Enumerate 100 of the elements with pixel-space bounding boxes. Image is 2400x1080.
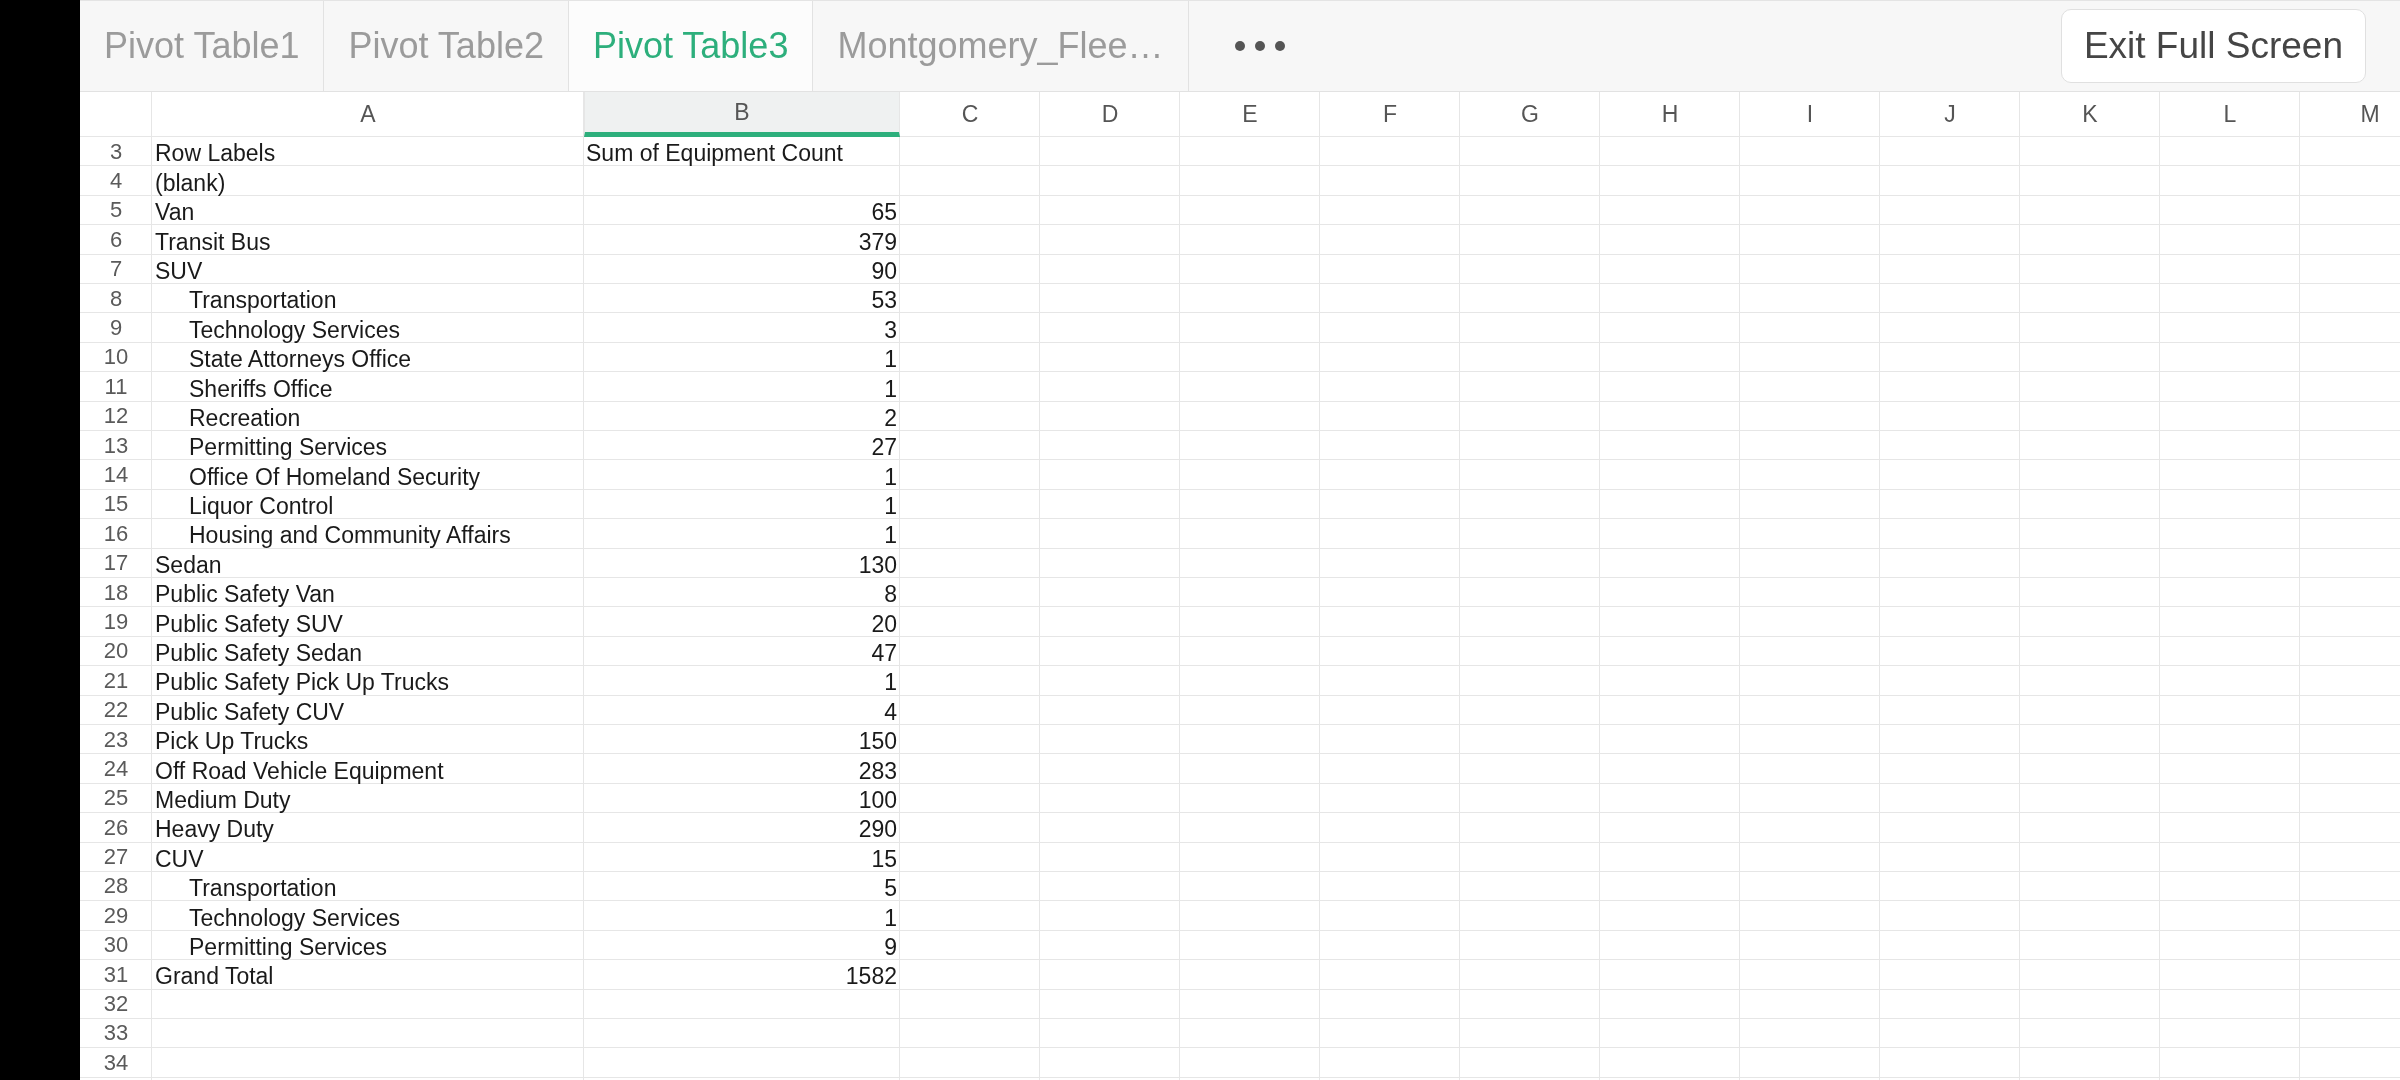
row-number: 22: [103, 697, 129, 724]
row-number: 19: [103, 608, 129, 635]
row-number: 15: [103, 491, 129, 518]
column-header[interactable]: G: [1460, 92, 1600, 137]
row-number: 21: [103, 667, 129, 694]
row-number: 20: [103, 638, 129, 665]
row-number: 3: [109, 138, 123, 165]
count-value: 1: [884, 346, 897, 373]
row-number: 33: [103, 1020, 129, 1047]
row-label: SUV: [155, 257, 203, 284]
row-number: 5: [109, 197, 123, 224]
count-value: 1: [884, 463, 897, 490]
row-number: 8: [109, 285, 123, 312]
row-label: Public Safety Pick Up Trucks: [155, 669, 449, 696]
count-value: 100: [858, 787, 897, 813]
column-title: Sum of Equipment Count: [586, 140, 843, 167]
column-header[interactable]: M: [2300, 92, 2400, 137]
column-header[interactable]: E: [1180, 92, 1320, 137]
count-value: 1: [884, 493, 897, 520]
row-label: Transportation: [189, 287, 337, 314]
row-label: Public Safety Sedan: [155, 640, 363, 667]
column-header[interactable]: J: [1880, 92, 2020, 137]
count-value: 3: [884, 316, 897, 343]
row-number: 10: [103, 344, 129, 371]
row-label: Transportation: [189, 875, 337, 902]
row-label: Heavy Duty: [155, 816, 274, 843]
column-header[interactable]: D: [1040, 92, 1180, 137]
row-number: 24: [103, 755, 129, 782]
column-header[interactable]: C: [900, 92, 1040, 137]
row-label: Pick Up Trucks: [155, 728, 309, 755]
more-icon[interactable]: [1234, 41, 1285, 51]
row-number: 30: [103, 932, 129, 959]
count-value: 65: [871, 199, 897, 226]
row-label: Row Labels: [155, 140, 276, 167]
column-header[interactable]: H: [1600, 92, 1740, 137]
row-label: Public Safety Van: [155, 581, 335, 608]
row-label: Van: [155, 199, 195, 226]
row-number: 6: [109, 226, 123, 253]
row-label: Permitting Services: [189, 933, 388, 960]
column-header[interactable]: F: [1320, 92, 1460, 137]
column-header[interactable]: B: [584, 92, 900, 137]
row-number: 32: [103, 991, 129, 1017]
row-number: 9: [109, 315, 123, 342]
row-number: 12: [103, 403, 129, 430]
count-value: 90: [871, 257, 897, 284]
row-label: Grand Total: [155, 963, 274, 990]
count-value: 20: [871, 610, 897, 637]
count-value: 47: [871, 640, 897, 667]
row-label: Technology Services: [189, 316, 400, 343]
row-label: CUV: [155, 845, 204, 872]
row-number: 23: [103, 726, 129, 753]
count-value: 27: [871, 434, 897, 461]
column-header[interactable]: A: [152, 92, 584, 137]
row-label: State Attorneys Office: [189, 346, 412, 373]
row-number: 28: [103, 873, 129, 900]
count-value: 290: [858, 816, 897, 843]
count-value: 283: [858, 757, 897, 784]
count-value: 1: [884, 375, 897, 402]
row-label: Public Safety CUV: [155, 698, 345, 725]
column-header[interactable]: L: [2160, 92, 2300, 137]
count-value: 1582: [845, 963, 897, 990]
row-number: 7: [109, 256, 123, 283]
row-label: Recreation: [189, 404, 301, 431]
count-value: 379: [858, 228, 897, 255]
row-number: 26: [103, 814, 129, 841]
row-label: Off Road Vehicle Equipment: [155, 757, 444, 784]
row-number: 34: [103, 1049, 129, 1076]
row-number: 11: [104, 373, 128, 400]
row-number: 14: [103, 462, 129, 488]
row-number: 4: [109, 168, 123, 195]
count-value: 53: [871, 287, 897, 314]
row-label: Transit Bus: [155, 228, 271, 255]
count-value: 15: [871, 845, 897, 872]
count-value: 2: [884, 404, 897, 431]
row-number: 25: [103, 785, 129, 812]
row-label: Housing and Community Affairs: [189, 522, 511, 549]
count-value: 5: [884, 875, 897, 902]
count-value: 4: [884, 698, 897, 725]
row-label: (blank): [155, 169, 226, 196]
exit-full-screen-button[interactable]: Exit Full Screen: [2060, 9, 2366, 83]
row-label: Technology Services: [189, 904, 400, 931]
row-label: Liquor Control: [189, 493, 334, 520]
row-label: Medium Duty: [155, 787, 291, 813]
column-header[interactable]: I: [1740, 92, 1880, 137]
row-number: 16: [103, 520, 129, 547]
row-label: Office Of Homeland Security: [189, 463, 481, 490]
column-header[interactable]: K: [2020, 92, 2160, 137]
count-value: 1: [884, 669, 897, 696]
count-value: 9: [884, 933, 897, 960]
row-label: Permitting Services: [189, 434, 388, 461]
row-number: 18: [103, 579, 129, 606]
row-number: 31: [103, 961, 129, 988]
count-value: 1: [884, 904, 897, 931]
row-number: 13: [103, 432, 129, 459]
row-number: 17: [103, 550, 129, 577]
row-number: 29: [103, 902, 129, 929]
row-number: 27: [103, 844, 129, 871]
count-value: 130: [858, 551, 897, 578]
row-label: Public Safety SUV: [155, 610, 343, 637]
count-value: 150: [858, 728, 897, 755]
